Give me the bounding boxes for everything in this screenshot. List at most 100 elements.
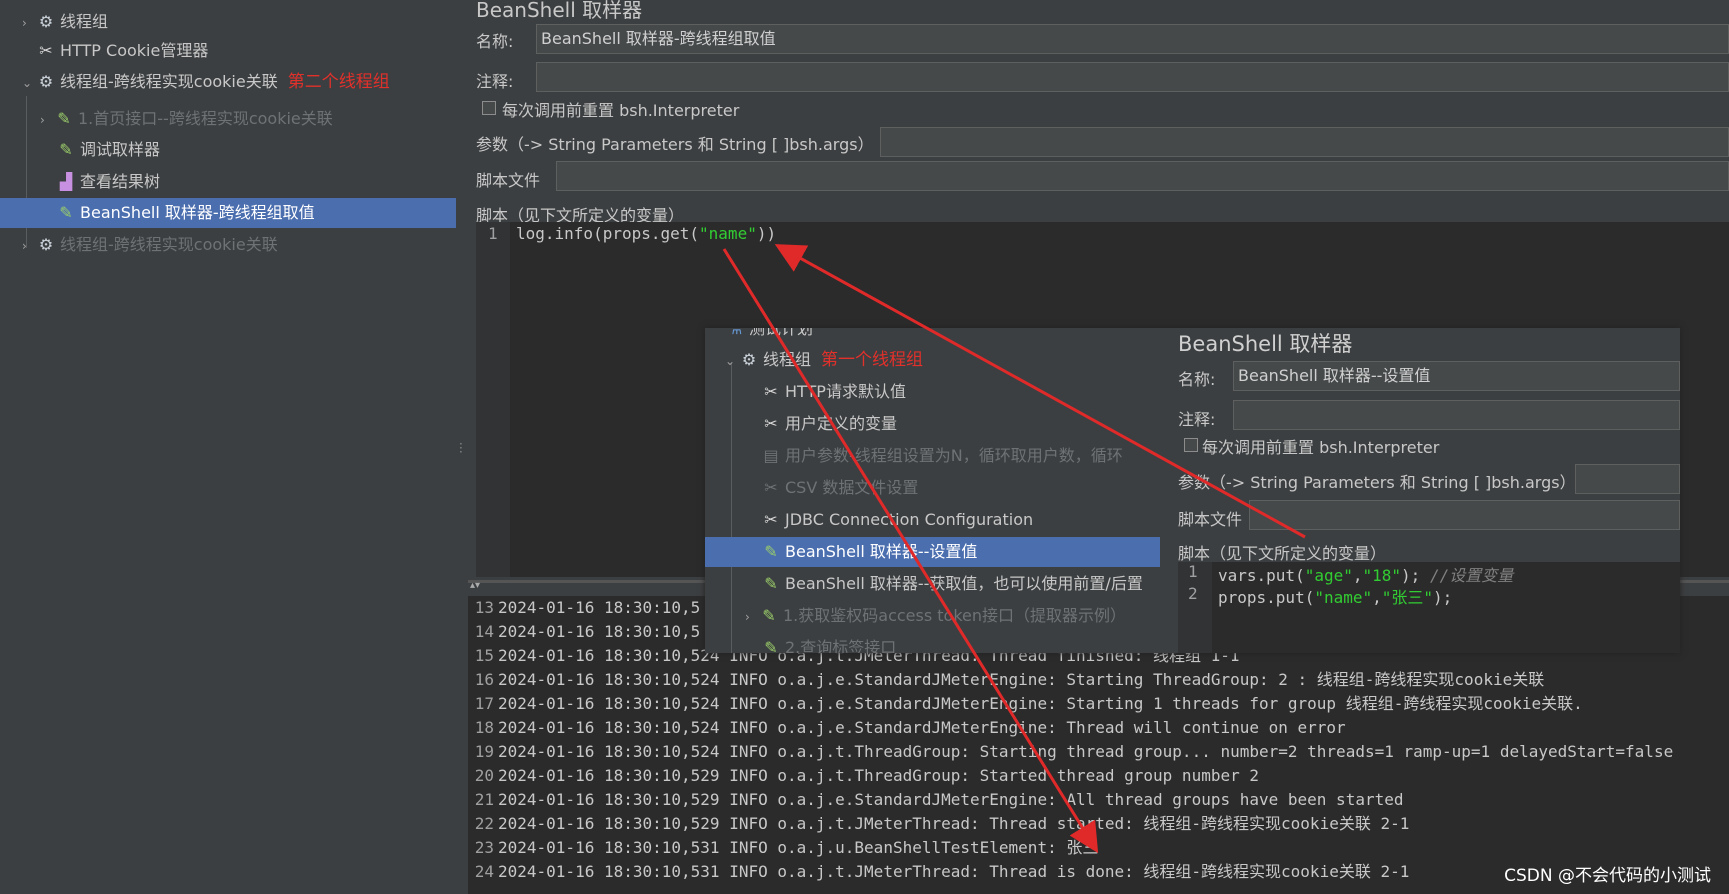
chart-icon: ▟ xyxy=(59,172,73,191)
tree-item-user-vars[interactable]: ✂ 用户定义的变量 xyxy=(761,409,897,439)
overlay-script-file-field[interactable] xyxy=(1249,500,1680,530)
overlay-comment-label: 注释: xyxy=(1178,410,1216,429)
tree-item-label: BeanShell 取样器--设置值 xyxy=(785,542,978,561)
tree-item-label: 调试取样器 xyxy=(80,140,161,159)
tree-item-debug-sampler[interactable]: ✎ 调试取样器 xyxy=(56,135,160,165)
tree-item-label: 1.获取鉴权码access token接口（提取器示例） xyxy=(783,606,1127,625)
comment-label: 注释: xyxy=(476,72,514,91)
log-line: 13 2024-01-16 18:30:10,5 xyxy=(474,598,701,617)
reset-interpreter-label: 每次调用前重置 bsh.Interpreter xyxy=(502,101,740,120)
log-line: 18 2024-01-16 18:30:10,524 INFO o.a.j.e.S… xyxy=(474,718,1346,737)
name-label: 名称: xyxy=(476,32,514,51)
overlay-params-field[interactable] xyxy=(1575,464,1680,494)
code-text: )) xyxy=(756,224,777,243)
log-line: 16 2024-01-16 18:30:10,524 INFO o.a.j.e.S… xyxy=(474,670,1545,689)
script-file-field[interactable] xyxy=(556,161,1729,191)
reset-interpreter-checkbox[interactable] xyxy=(482,101,496,115)
chevron-right-icon[interactable]: › xyxy=(22,231,36,261)
splitter-handle-icon[interactable]: · · · xyxy=(459,438,463,458)
tree-item-test-plan[interactable]: ⚗ 测试计划 xyxy=(725,328,813,344)
line-number: 1 xyxy=(488,224,498,243)
overlay-comment-field[interactable] xyxy=(1233,400,1680,430)
name-field[interactable]: BeanShell 取样器-跨线程组取值 xyxy=(536,24,1729,54)
tree-item-thread-group[interactable]: › ⚙ 线程组 xyxy=(22,7,108,37)
log-line: 21 2024-01-16 18:30:10,529 INFO o.a.j.e.S… xyxy=(474,790,1404,809)
tree-item-label: 用户定义的变量 xyxy=(785,414,898,433)
code-line: props.put("name","张三"); xyxy=(1218,588,1453,607)
tree-item-jdbc[interactable]: ✂ JDBC Connection Configuration xyxy=(761,505,1033,535)
tree-item-label: JDBC Connection Configuration xyxy=(785,510,1034,529)
tree-item-cookie-manager[interactable]: ✂ HTTP Cookie管理器 xyxy=(36,36,208,66)
tree-item-beanshell-get[interactable]: ✎ BeanShell 取样器--获取值，也可以使用前置/后置 xyxy=(761,569,1143,599)
overlay-script-file-label: 脚本文件 xyxy=(1178,510,1243,529)
annotation-second-thread-group: 第二个线程组 xyxy=(287,72,390,92)
annotation-first-thread-group: 第一个线程组 xyxy=(821,350,924,370)
code-text: log.info(props.get( xyxy=(516,224,700,243)
tools-icon: ✂ xyxy=(764,510,778,529)
panel-splitter[interactable]: · · · xyxy=(456,0,468,894)
code-line: log.info(props.get("name")) xyxy=(516,224,776,243)
tree-item-tag-query[interactable]: ✎ 2.查询标签接口 xyxy=(761,633,896,653)
log-line: 14 2024-01-16 18:30:10,5 xyxy=(474,622,701,641)
pen-icon: ✎ xyxy=(57,109,71,128)
overlay-reset-checkbox[interactable] xyxy=(1184,438,1198,452)
overlay-script-editor[interactable]: 1 2 vars.put("age","18"); //设置变量 props.p… xyxy=(1178,562,1680,653)
tree-item-auth-token[interactable]: › ✎ 1.获取鉴权码access token接口（提取器示例） xyxy=(745,601,1126,631)
overlay-reset-label: 每次调用前重置 bsh.Interpreter xyxy=(1202,438,1440,457)
tree-item-label: 测试计划 xyxy=(749,328,814,338)
tree-item-label: BeanShell 取样器-跨线程组取值 xyxy=(80,203,315,222)
tree-item-label: CSV 数据文件设置 xyxy=(785,478,919,497)
overlay-tree: ⚗ 测试计划 ⌄ ⚙ 线程组 第一个线程组 ✂ HTTP请求默认值 ✂ 用户定义的变量 ▤ 用… xyxy=(705,328,1160,653)
tree-item-user-params[interactable]: ▤ 用户参数-线程组设置为N，循环取用户数，循环 xyxy=(761,441,1122,471)
pen-icon: ✎ xyxy=(59,203,73,222)
chevron-down-icon[interactable]: ⌄ xyxy=(22,68,36,98)
script-file-label: 脚本文件 xyxy=(476,171,541,190)
overlay-name-label: 名称: xyxy=(1178,370,1216,389)
tree-item-http-defaults[interactable]: ✂ HTTP请求默认值 xyxy=(761,377,906,407)
tools-icon: ✂ xyxy=(764,414,778,433)
pen-icon: ✎ xyxy=(764,574,778,593)
tools-icon: ✂ xyxy=(39,41,53,60)
tools-icon: ✂ xyxy=(764,478,778,497)
line-number: 1 xyxy=(1188,562,1198,581)
tree-item-label: 查看结果树 xyxy=(80,172,161,191)
log-line: 19 2024-01-16 18:30:10,524 INFO o.a.j.t.T… xyxy=(474,742,1674,761)
overlay-name-field[interactable]: BeanShell 取样器--设置值 xyxy=(1233,361,1680,391)
log-line: 22 2024-01-16 18:30:10,529 INFO o.a.j.t.J… xyxy=(474,814,1410,833)
overlay-sampler-config: BeanShell 取样器 名称: BeanShell 取样器--设置值 注释:… xyxy=(1173,328,1680,653)
log-line: 17 2024-01-16 18:30:10,524 INFO o.a.j.e.S… xyxy=(474,694,1583,713)
csdn-watermark: CSDN @不会代码的小测试 xyxy=(1504,866,1711,886)
panel-title: BeanShell 取样器 xyxy=(476,0,643,22)
log-line: 23 2024-01-16 18:30:10,531 INFO o.a.j.u.B… xyxy=(474,838,1099,857)
pen-icon: ✎ xyxy=(762,606,776,625)
tree-item-label: 线程组-跨线程实现cookie关联 xyxy=(60,235,278,254)
tree-item-thread-group-cross-2[interactable]: › ⚙ 线程组-跨线程实现cookie关联 xyxy=(22,230,278,260)
params-field[interactable] xyxy=(880,127,1729,157)
tree-item-homepage-api[interactable]: › ✎ 1.首页接口--跨线程实现cookie关联 xyxy=(40,104,333,134)
tree-item-result-tree[interactable]: ▟ 查看结果树 xyxy=(56,167,160,197)
pen-icon: ✎ xyxy=(59,140,73,159)
tree-item-beanshell-set[interactable]: ✎ BeanShell 取样器--设置值 xyxy=(705,537,1160,567)
chevron-down-icon[interactable]: ⌄ xyxy=(725,346,739,376)
comment-field[interactable] xyxy=(536,62,1729,92)
tools-icon: ✂ xyxy=(764,382,778,401)
tree-item-thread-group-first[interactable]: ⌄ ⚙ 线程组 第一个线程组 xyxy=(725,345,923,375)
tree-guide-line xyxy=(731,364,732,653)
chevron-right-icon[interactable]: › xyxy=(745,602,759,632)
code-line: vars.put("age","18"); //设置变量 xyxy=(1218,566,1514,585)
code-string: "name" xyxy=(699,224,757,243)
tree-item-label: 1.首页接口--跨线程实现cookie关联 xyxy=(78,109,333,128)
tree-item-label: 2.查询标签接口 xyxy=(785,638,897,653)
tree-item-thread-group-cross[interactable]: ⌄ ⚙ 线程组-跨线程实现cookie关联 第二个线程组 xyxy=(22,67,390,97)
chevron-right-icon[interactable]: › xyxy=(40,105,54,135)
tree-item-csv[interactable]: ✂ CSV 数据文件设置 xyxy=(761,473,918,503)
line-number: 2 xyxy=(1188,584,1198,603)
chevron-right-icon[interactable]: › xyxy=(22,8,36,38)
tree-item-beanshell-cross-get[interactable]: ✎ BeanShell 取样器-跨线程组取值 xyxy=(0,198,456,228)
tree-item-label: HTTP Cookie管理器 xyxy=(60,41,209,60)
flask-icon: ⚗ xyxy=(727,328,743,338)
test-plan-tree: › ⚙ 线程组 ✂ HTTP Cookie管理器 ⌄ ⚙ 线程组-跨线程实现cookie关… xyxy=(0,0,456,894)
log-line: 20 2024-01-16 18:30:10,529 INFO o.a.j.t.T… xyxy=(474,766,1259,785)
tree-item-label: 线程组 xyxy=(763,350,812,369)
collapse-arrows-icon[interactable]: ▴▾ xyxy=(470,580,480,591)
